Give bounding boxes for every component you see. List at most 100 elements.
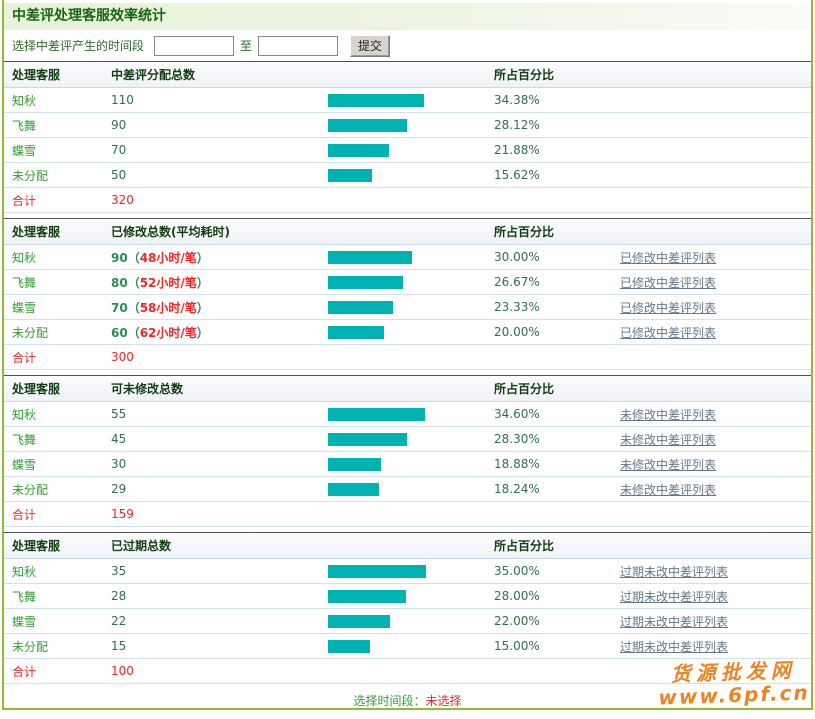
metric-value: 35 [111,564,328,578]
total-label: 合计 [12,192,111,209]
metric-value: 60（62小时/笔） [111,324,328,341]
agent-name: 蝶雪 [12,613,111,630]
unmodified-list-link[interactable]: 未修改中差评列表 [620,408,716,422]
total-row: 合计 159 [4,502,811,527]
total-value: 159 [111,507,328,521]
avg-time: 58小时/笔 [140,301,197,315]
metric-value: 70 [111,143,328,157]
avg-time: 52小时/笔 [140,276,197,290]
col-metric: 中差评分配总数 [111,66,328,83]
col-agent: 处理客服 [12,537,111,554]
percent-value: 20.00% [494,325,620,339]
table-row: 蝶雪 22 22.00% 过期未改中差评列表 [4,609,811,634]
selected-range-label: 选择时间段： [353,694,425,708]
percent-bar [328,483,494,496]
expired-list-link[interactable]: 过期未改中差评列表 [620,640,728,654]
table-row: 蝶雪 70（58小时/笔） 23.33% 已修改中差评列表 [4,295,811,320]
percent-bar [328,326,494,339]
section-header-row: 处理客服 可未修改总数 所占百分比 [4,375,811,402]
modified-list-link[interactable]: 已修改中差评列表 [620,276,716,290]
section-header-row: 处理客服 已修改总数(平均耗时) 所占百分比 [4,218,811,245]
table-row: 知秋 35 35.00% 过期未改中差评列表 [4,559,811,584]
expired-list-link[interactable]: 过期未改中差评列表 [620,590,728,604]
metric-value: 30 [111,457,328,471]
agent-name: 蝶雪 [12,142,111,159]
col-percent: 所占百分比 [494,66,620,83]
metric-value: 90 [111,118,328,132]
agent-name: 知秋 [12,92,111,109]
percent-bar [328,169,494,182]
submit-button[interactable]: 提交 [350,35,390,57]
table-row: 未分配 29 18.24% 未修改中差评列表 [4,477,811,502]
col-percent: 所占百分比 [494,223,620,240]
col-metric: 已修改总数(平均耗时) [111,223,328,240]
metric-value: 110 [111,93,328,107]
section-modified: 处理客服 已修改总数(平均耗时) 所占百分比 知秋 90（48小时/笔） 30.… [4,218,811,370]
to-label: 至 [240,37,252,54]
percent-value: 26.67% [494,275,620,289]
agent-name: 飞舞 [12,431,111,448]
table-row: 蝶雪 70 21.88% [4,138,811,163]
agent-name: 知秋 [12,249,111,266]
percent-bar [328,458,494,471]
expired-list-link[interactable]: 过期未改中差评列表 [620,615,728,629]
percent-value: 34.38% [494,93,620,107]
section-header-row: 处理客服 已过期总数 所占百分比 [4,532,811,559]
percent-value: 30.00% [494,250,620,264]
col-metric: 已过期总数 [111,537,328,554]
modified-list-link[interactable]: 已修改中差评列表 [620,251,716,265]
table-row: 未分配 50 15.62% [4,163,811,188]
percent-value: 34.60% [494,407,620,421]
unmodified-list-link[interactable]: 未修改中差评列表 [620,458,716,472]
metric-value: 28 [111,589,328,603]
table-row: 知秋 110 34.38% [4,88,811,113]
time-filter-label: 选择中差评产生的时间段 [12,37,144,54]
total-value: 320 [111,193,328,207]
agent-name: 蝶雪 [12,299,111,316]
expired-list-link[interactable]: 过期未改中差评列表 [620,565,728,579]
percent-value: 15.00% [494,639,620,653]
total-row: 合计 300 [4,345,811,370]
section-assigned: 处理客服 中差评分配总数 所占百分比 知秋 110 34.38% 飞舞 90 2… [4,61,811,213]
percent-bar [328,94,494,107]
percent-value: 23.33% [494,300,620,314]
percent-bar [328,640,494,653]
unmodified-list-link[interactable]: 未修改中差评列表 [620,433,716,447]
total-label: 合计 [12,506,111,523]
percent-bar [328,144,494,157]
metric-value: 15 [111,639,328,653]
selected-range-status: 选择时间段：未选择 [4,689,811,713]
percent-value: 18.88% [494,457,620,471]
total-label: 合计 [12,663,111,680]
metric-value: 80（52小时/笔） [111,274,328,291]
col-metric: 可未修改总数 [111,380,328,397]
percent-bar [328,301,494,314]
percent-bar [328,276,494,289]
metric-value: 90（48小时/笔） [111,249,328,266]
percent-bar [328,408,494,421]
modified-list-link[interactable]: 已修改中差评列表 [620,326,716,340]
start-date-input[interactable] [154,36,234,56]
table-row: 知秋 90（48小时/笔） 30.00% 已修改中差评列表 [4,245,811,270]
end-date-input[interactable] [258,36,338,56]
total-value: 100 [111,664,328,678]
table-row: 飞舞 90 28.12% [4,113,811,138]
page-frame: 中差评处理客服效率统计 选择中差评产生的时间段 至 提交 处理客服 中差评分配总… [2,0,813,710]
selected-range-value: 未选择 [426,694,462,708]
col-percent: 所占百分比 [494,537,620,554]
agent-name: 未分配 [12,638,111,655]
percent-bar [328,251,494,264]
modified-list-link[interactable]: 已修改中差评列表 [620,301,716,315]
agent-name: 飞舞 [12,588,111,605]
col-agent: 处理客服 [12,66,111,83]
unmodified-list-link[interactable]: 未修改中差评列表 [620,483,716,497]
agent-name: 未分配 [12,167,111,184]
percent-value: 28.30% [494,432,620,446]
percent-value: 22.00% [494,614,620,628]
table-row: 未分配 15 15.00% 过期未改中差评列表 [4,634,811,659]
time-filter-form: 选择中差评产生的时间段 至 提交 [4,30,811,61]
metric-value: 45 [111,432,328,446]
percent-value: 21.88% [494,143,620,157]
agent-name: 知秋 [12,406,111,423]
section-expired: 处理客服 已过期总数 所占百分比 知秋 35 35.00% 过期未改中差评列表 … [4,532,811,684]
